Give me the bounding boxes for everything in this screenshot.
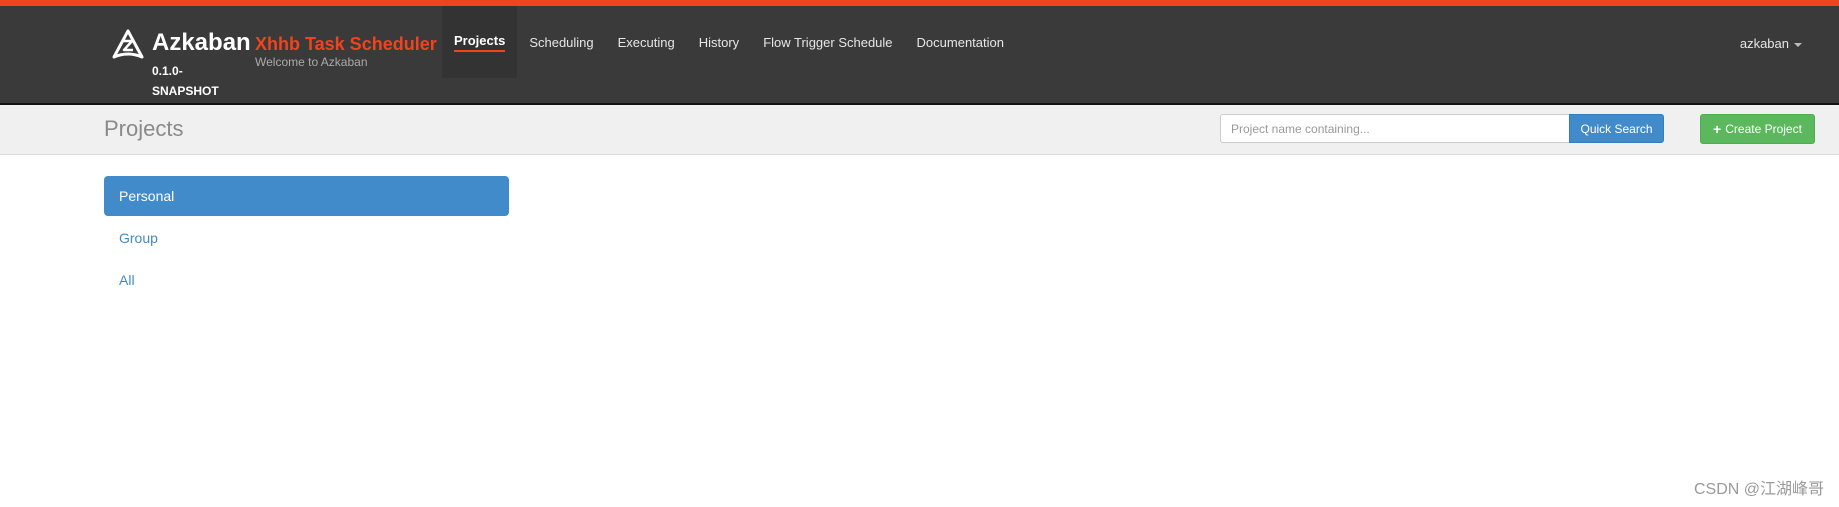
nav-projects-label: Projects	[454, 33, 506, 52]
project-filter-list: Personal Group All	[104, 176, 509, 302]
filter-group[interactable]: Group	[104, 218, 509, 258]
azkaban-logo-icon	[112, 29, 144, 59]
brand-name: Azkaban	[152, 29, 251, 56]
brand-version: 0.1.0-SNAPSHOT	[152, 64, 219, 98]
scheduler-subtitle: Xhhb Task Scheduler Welcome to Azkaban	[255, 34, 437, 69]
nav-flow-trigger-schedule[interactable]: Flow Trigger Schedule	[751, 6, 904, 78]
welcome-text: Welcome to Azkaban	[255, 55, 368, 69]
filter-all[interactable]: All	[104, 260, 509, 300]
nav-documentation[interactable]: Documentation	[905, 6, 1016, 78]
nav-flow-trigger-schedule-label: Flow Trigger Schedule	[763, 34, 893, 50]
navbar: Azkaban 0.1.0-SNAPSHOT Xhhb Task Schedul…	[0, 6, 1839, 105]
main-nav: Projects Scheduling Executing History Fl…	[442, 6, 1016, 78]
create-project-label: Create Project	[1725, 122, 1802, 136]
nav-scheduling-label: Scheduling	[529, 34, 594, 50]
nav-documentation-label: Documentation	[916, 34, 1004, 50]
nav-history-label: History	[698, 34, 740, 50]
nav-executing-label: Executing	[617, 34, 675, 50]
brand[interactable]: Azkaban 0.1.0-SNAPSHOT	[112, 21, 252, 101]
project-search-input[interactable]	[1220, 114, 1570, 143]
nav-projects[interactable]: Projects	[442, 6, 518, 78]
nav-executing[interactable]: Executing	[606, 6, 687, 78]
page-title: Projects	[104, 116, 184, 141]
filter-personal[interactable]: Personal	[104, 176, 509, 216]
nav-history[interactable]: History	[687, 6, 751, 78]
user-name: azkaban	[1739, 36, 1789, 51]
create-project-button[interactable]: + Create Project	[1700, 114, 1815, 144]
scheduler-title: Xhhb Task Scheduler	[255, 34, 437, 54]
user-menu[interactable]: azkaban	[1740, 36, 1802, 51]
plus-icon: +	[1713, 121, 1722, 137]
subheader: Projects Quick Search + Create Project	[0, 105, 1839, 155]
quick-search-button[interactable]: Quick Search	[1569, 114, 1664, 143]
nav-scheduling[interactable]: Scheduling	[517, 6, 605, 78]
caret-down-icon	[1794, 42, 1802, 47]
watermark: CSDN @江湖峰哥	[1693, 481, 1824, 498]
